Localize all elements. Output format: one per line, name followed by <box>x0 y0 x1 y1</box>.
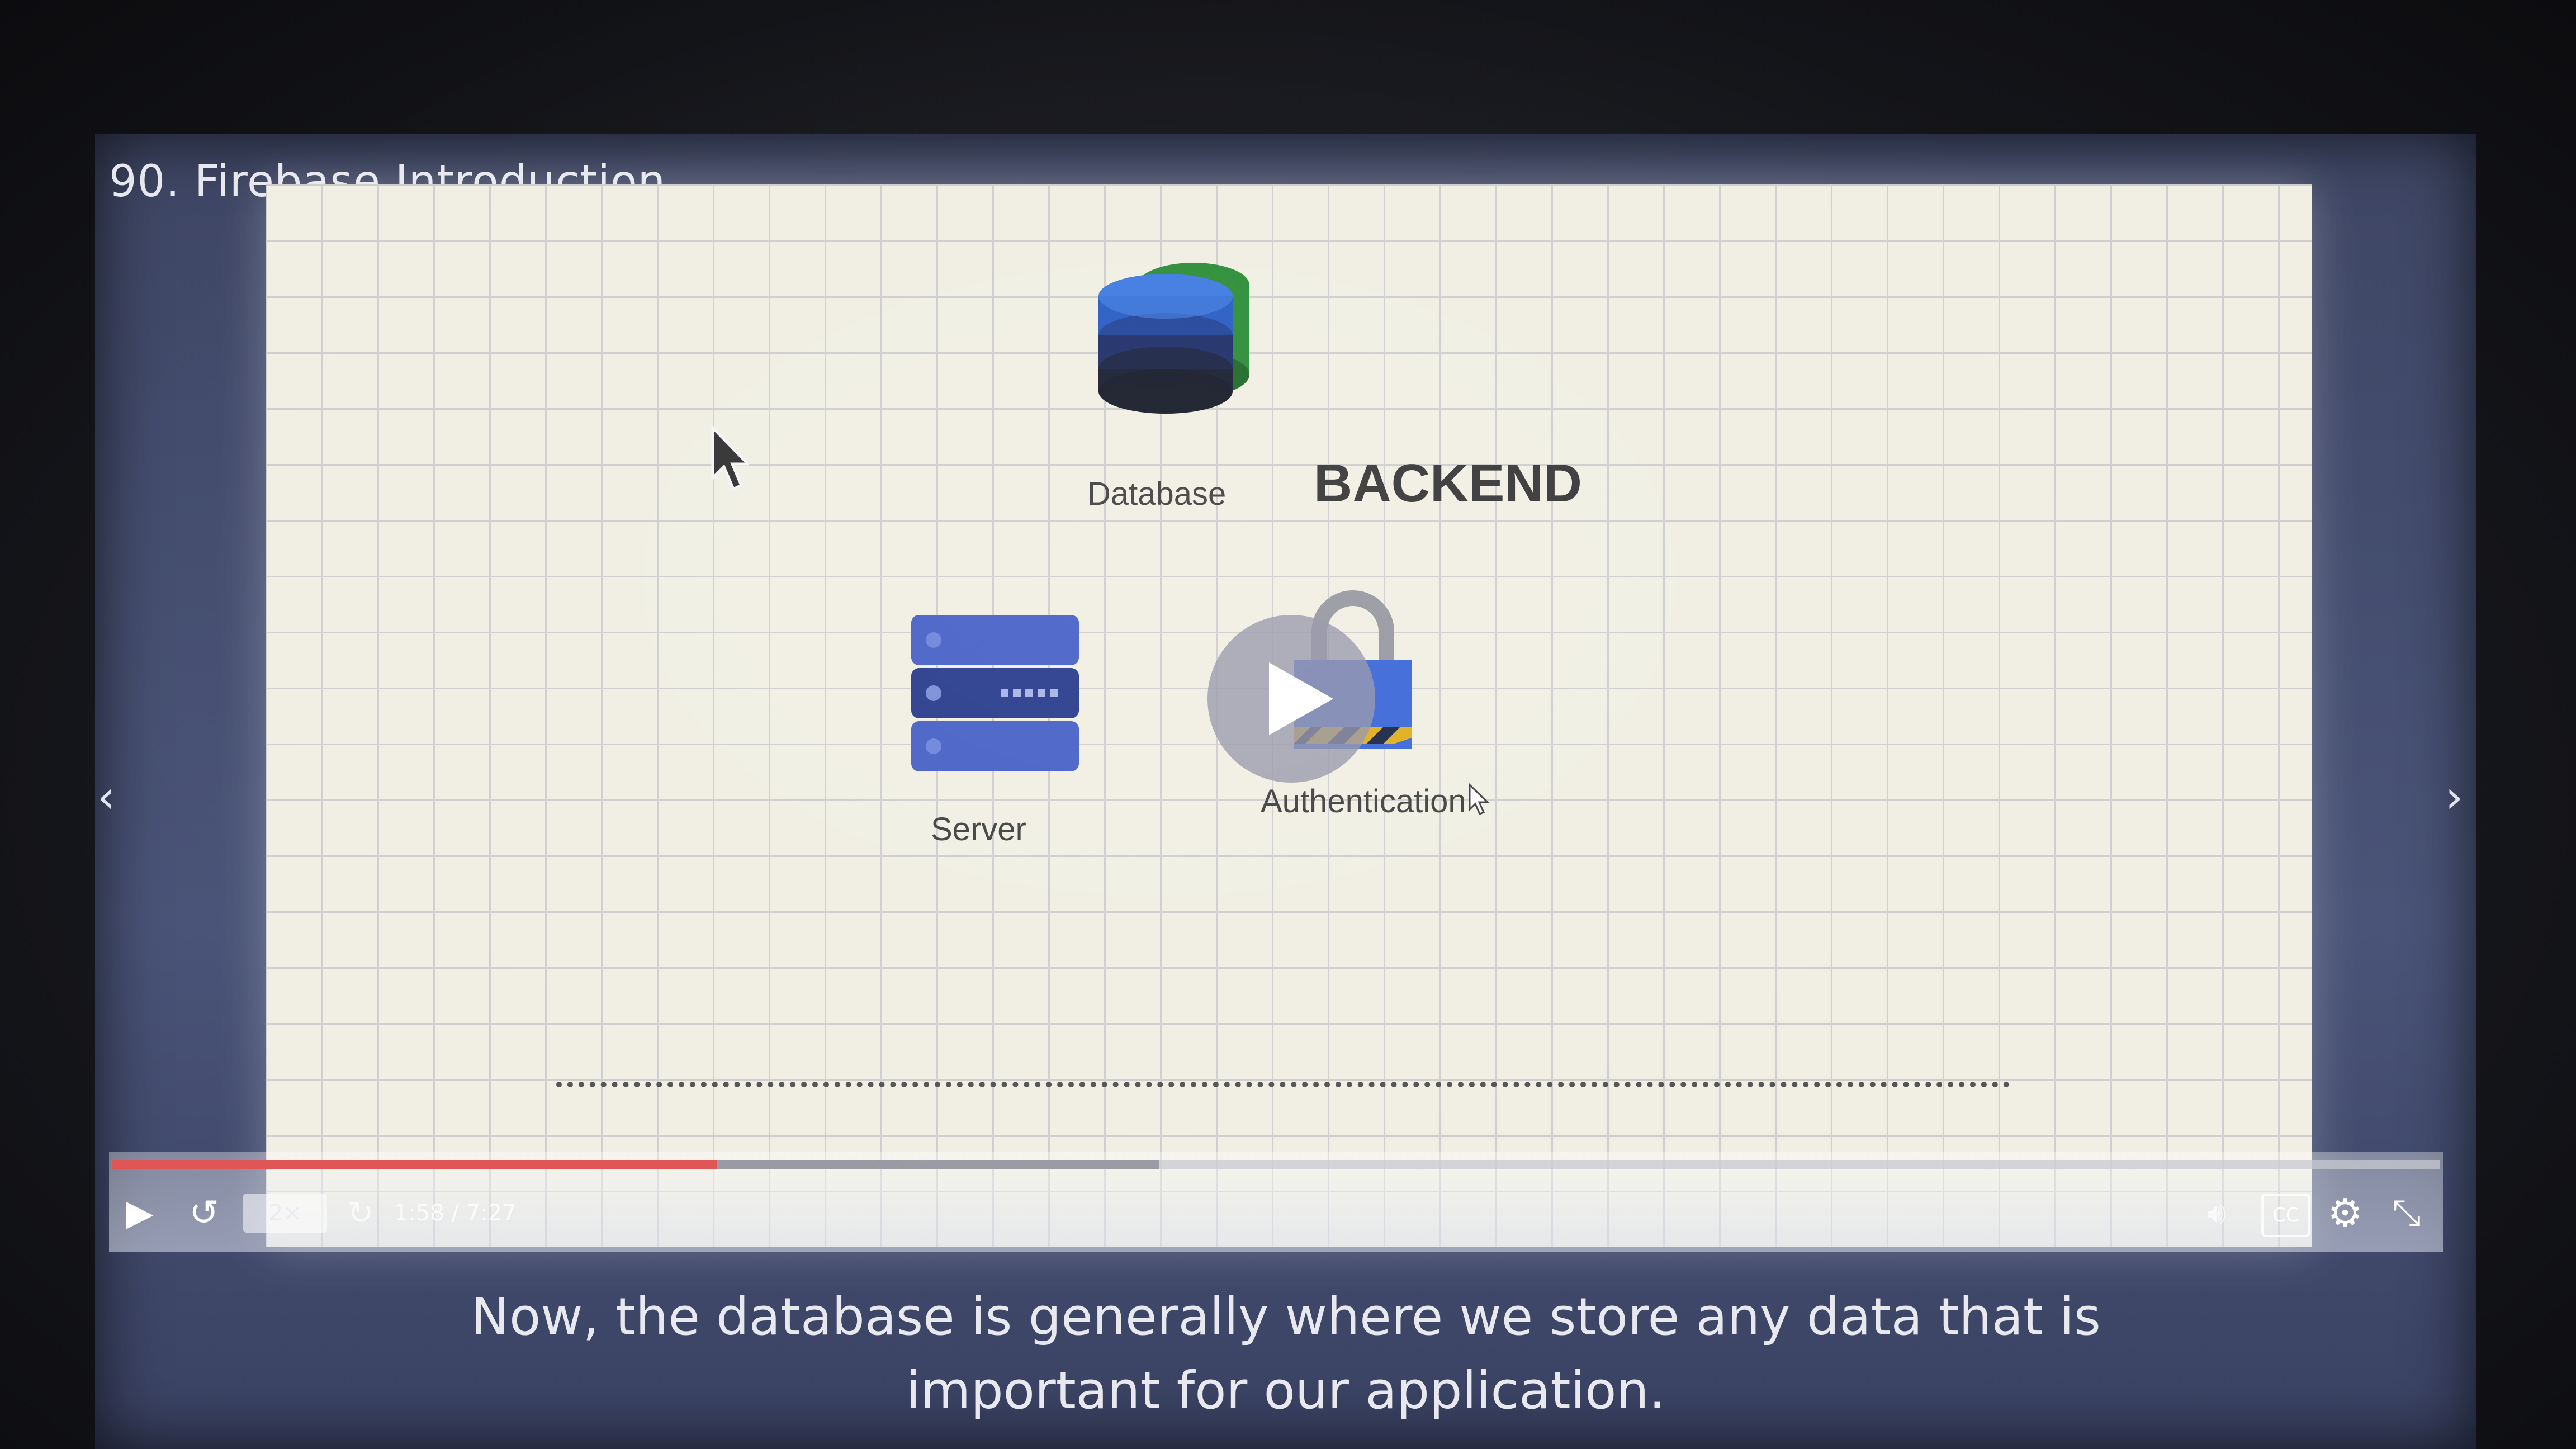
photo-frame: 90. Firebase Introduction Database BACKE… <box>0 0 2576 1449</box>
progress-played <box>112 1160 717 1169</box>
volume-button[interactable]: 🔊︎ <box>2194 1194 2239 1233</box>
mouse-cursor-icon <box>711 425 749 491</box>
volume-icon: 🔊︎ <box>2206 1195 2227 1230</box>
server-label: Server <box>931 811 1026 847</box>
dotted-divider <box>556 1082 2010 1087</box>
gear-icon: ⚙ <box>2327 1190 2363 1236</box>
video-control-bar: ▶ ↺ 2× ↻ 1:58 / 7:27 🔊︎ CC ⚙ ⤡ <box>109 1152 2443 1252</box>
next-lecture-button[interactable]: › <box>2432 755 2476 839</box>
chevron-left-icon: ‹ <box>97 770 115 823</box>
exit-fullscreen-icon: ⤡ <box>2392 1192 2421 1234</box>
time-readout: 1:58 / 7:27 <box>394 1200 517 1226</box>
slide-canvas: Database BACKEND Server Authentication <box>266 184 2312 1247</box>
captions-button[interactable]: CC <box>2261 1194 2310 1237</box>
play-overlay-button[interactable] <box>1208 615 1375 783</box>
database-icon <box>1098 263 1249 414</box>
play-icon <box>1269 662 1333 735</box>
exit-fullscreen-button[interactable]: ⤡ <box>2384 1192 2429 1234</box>
play-button[interactable]: ▶ <box>120 1192 159 1234</box>
rewind-button[interactable]: ↺ <box>184 1192 224 1234</box>
forward-icon: ↻ <box>347 1195 374 1232</box>
server-icon <box>911 615 1079 771</box>
authentication-label: Authentication <box>1261 783 1466 820</box>
chevron-right-icon: › <box>2445 770 2463 823</box>
progress-bar[interactable] <box>112 1160 2440 1169</box>
playback-speed-button[interactable]: 2× <box>243 1194 327 1233</box>
play-icon: ▶ <box>126 1192 154 1234</box>
settings-button[interactable]: ⚙ <box>2323 1190 2367 1236</box>
rewind-icon: ↺ <box>189 1192 219 1234</box>
backend-heading: BACKEND <box>1314 453 1582 513</box>
pointer-cursor-icon <box>1469 783 1490 815</box>
previous-lecture-button[interactable]: ‹ <box>84 755 129 839</box>
database-label: Database <box>1087 476 1227 512</box>
forward-button[interactable]: ↻ <box>341 1194 380 1233</box>
subtitle-caption: Now, the database is generally where we … <box>471 1287 2101 1420</box>
